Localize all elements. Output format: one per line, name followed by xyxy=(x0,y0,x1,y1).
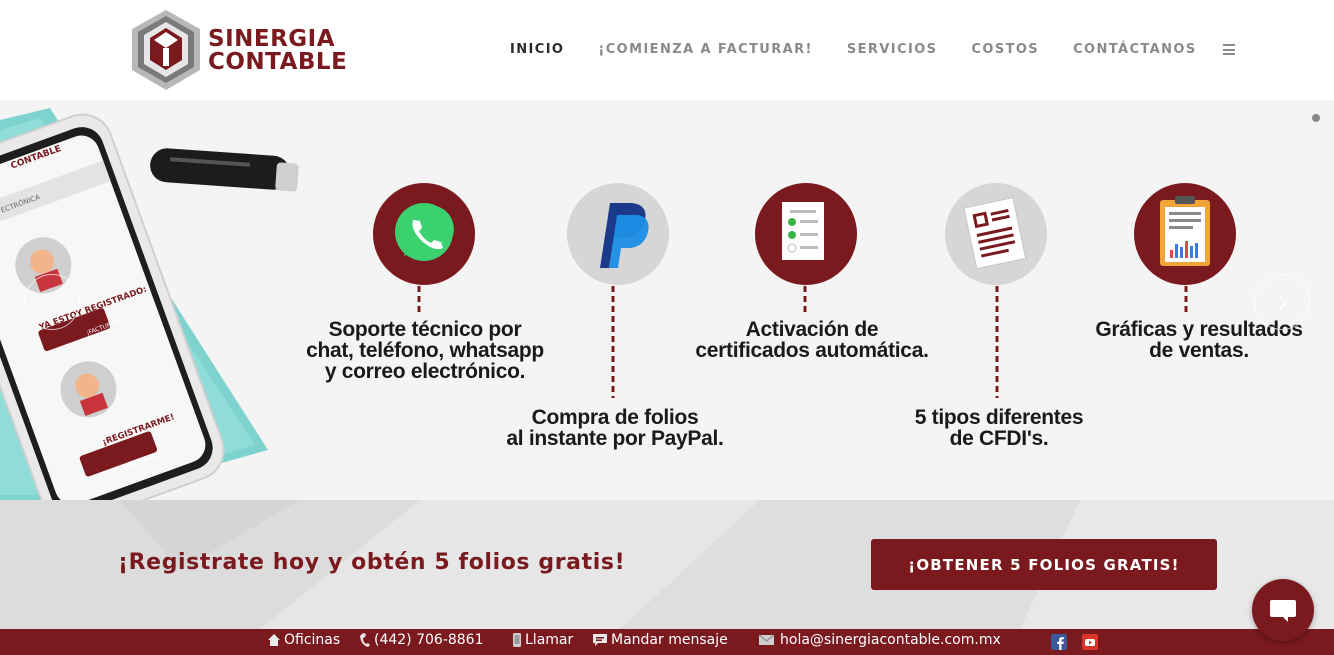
message-icon xyxy=(593,634,607,646)
contact-bar: Oficinas (442) 706-8861 Llamar Mandar me… xyxy=(0,629,1334,655)
office-link[interactable]: Oficinas xyxy=(267,632,340,648)
call-label: Llamar xyxy=(525,632,574,648)
pen-shape xyxy=(150,148,299,192)
feature-label-line: 5 tipos diferentes xyxy=(914,406,1084,429)
youtube-link[interactable] xyxy=(1082,634,1098,650)
email-address: hola@sinergiacontable.com.mx xyxy=(780,632,1001,648)
email-link[interactable]: hola@sinergiacontable.com.mx xyxy=(758,632,1001,648)
feature-report xyxy=(1134,183,1236,312)
logo[interactable]: SINERGIA CONTABLE xyxy=(128,8,348,92)
logo-line2: CONTABLE xyxy=(208,49,348,75)
feature-label-line: al instante por PayPal. xyxy=(506,427,724,450)
cta-headline: ¡Registrate hoy y obtén 5 folios gratis! xyxy=(118,550,626,575)
facebook-link[interactable] xyxy=(1051,634,1067,650)
feature-label-certificates: Activación de certificados automática. xyxy=(690,319,934,361)
feature-label-support: Soporte técnico por chat, teléfono, what… xyxy=(300,319,550,382)
feature-label-cfdi: 5 tipos diferentes de CFDI's. xyxy=(896,407,1102,449)
phone-number: (442) 706-8861 xyxy=(374,632,484,648)
site-header: SINERGIA CONTABLE INICIO ¡COMIENZA A FAC… xyxy=(0,0,1334,100)
message-link[interactable]: Mandar mensaje xyxy=(592,632,728,648)
feature-checklist xyxy=(755,183,857,312)
page: SINERGIA CONTABLE INICIO ¡COMIENZA A FAC… xyxy=(0,0,1334,655)
phone-link[interactable]: (442) 706-8861 xyxy=(359,632,484,648)
feature-label-line: y correo electrónico. xyxy=(324,360,526,383)
get-free-folios-button[interactable]: ¡OBTENER 5 FOLIOS GRATIS! xyxy=(871,539,1217,590)
hero-slider: CONTABLE ECTRÓNICA YA ESTOY REGISTRADO: … xyxy=(0,100,1334,500)
office-label: Oficinas xyxy=(284,632,341,648)
slider-next-button[interactable] xyxy=(1254,274,1310,330)
feature-label-paypal: Compra de folios al instante por PayPal. xyxy=(500,407,730,449)
cta-section: ¡Registrate hoy y obtén 5 folios gratis!… xyxy=(0,500,1334,629)
logo-hexagon-icon xyxy=(132,10,200,90)
chat-bubble-icon xyxy=(1270,600,1296,622)
nav-contactanos[interactable]: CONTÁCTANOS xyxy=(1073,42,1197,57)
feature-whatsapp xyxy=(373,183,475,312)
feature-label-line: Compra de folios xyxy=(531,406,699,429)
feature-label-line: de CFDI's. xyxy=(949,427,1049,450)
slider-prev-button[interactable] xyxy=(24,274,80,330)
home-icon xyxy=(268,634,280,646)
nav-inicio[interactable]: INICIO xyxy=(510,42,564,57)
main-nav: INICIO ¡COMIENZA A FACTURAR! SERVICIOS C… xyxy=(510,42,1235,57)
feature-paypal xyxy=(567,183,669,398)
chevron-right-icon xyxy=(1279,296,1288,310)
logo-wordmark: SINERGIA CONTABLE xyxy=(208,28,347,74)
feature-documents xyxy=(945,183,1047,398)
feature-label-line: certificados automática. xyxy=(695,339,929,362)
nav-costos[interactable]: COSTOS xyxy=(971,42,1039,57)
message-label: Mandar mensaje xyxy=(611,632,728,648)
hamburger-icon[interactable] xyxy=(1222,44,1235,55)
feature-label-line: Soporte técnico por xyxy=(328,318,522,341)
youtube-icon xyxy=(1082,634,1098,650)
facebook-icon xyxy=(1051,634,1067,650)
logo-line1: SINERGIA xyxy=(208,26,336,52)
phone-icon xyxy=(360,633,370,647)
slider-pagination-dot[interactable] xyxy=(1312,114,1320,122)
mobile-icon xyxy=(513,633,521,647)
nav-comienza-a-facturar[interactable]: ¡COMIENZA A FACTURAR! xyxy=(598,42,812,57)
chat-button[interactable] xyxy=(1252,579,1314,641)
call-link[interactable]: Llamar xyxy=(512,632,573,648)
envelope-icon xyxy=(758,634,775,645)
nav-servicios[interactable]: SERVICIOS xyxy=(847,42,938,57)
feature-label-line: de ventas. xyxy=(1149,339,1249,362)
feature-label-line: chat, teléfono, whatsapp xyxy=(306,339,544,362)
feature-label-line: Activación de xyxy=(745,318,879,341)
